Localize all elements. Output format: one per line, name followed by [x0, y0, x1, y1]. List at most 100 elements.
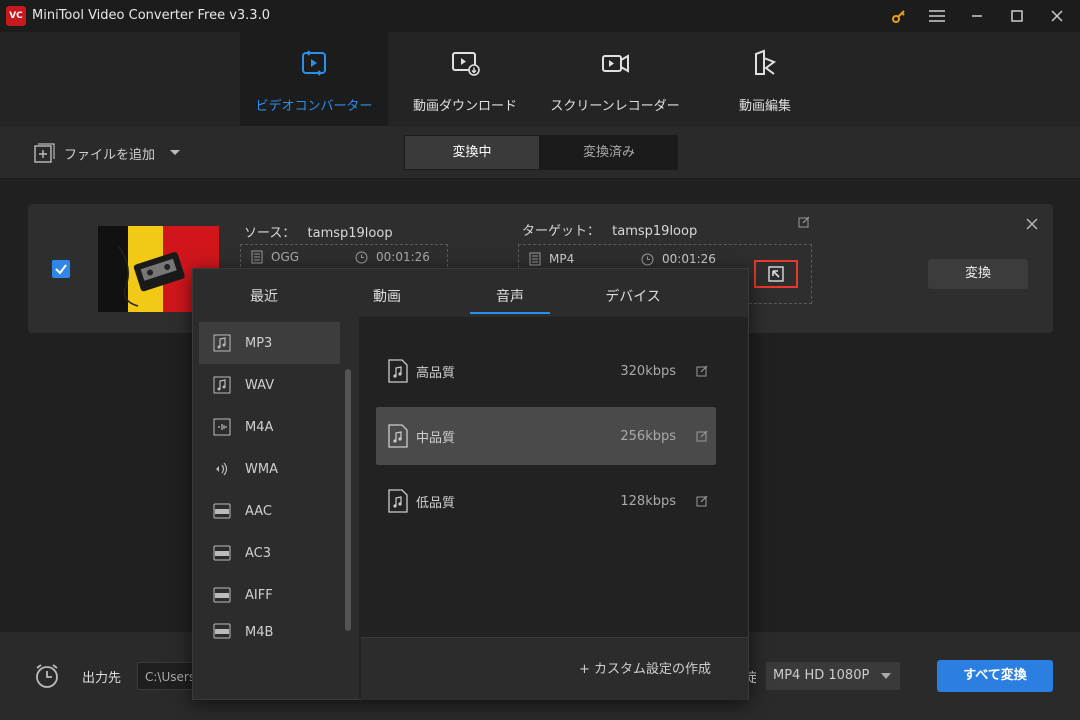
- audio-format-list: MP3 WAV M4A WMA AAC AC3 AIFF M4B: [193, 317, 359, 699]
- quality-name: 低品質: [416, 495, 456, 511]
- quality-item-medium[interactable]: 中品質 256kbps: [376, 407, 716, 465]
- tab-video-download[interactable]: 動画ダウンロード: [391, 32, 539, 126]
- target-duration: 00:01:26: [641, 252, 716, 266]
- chevron-down-icon[interactable]: [169, 149, 181, 157]
- format-item-mp3[interactable]: MP3: [199, 322, 340, 364]
- quality-bitrate: 320kbps: [620, 363, 676, 379]
- source-format-value: OGG: [271, 250, 300, 264]
- maximize-icon[interactable]: [1002, 4, 1032, 28]
- main-nav: ビデオコンバーター 動画ダウンロード スクリーンレコーダー 動画編集: [0, 32, 1080, 126]
- audio-wave-icon: [213, 418, 231, 436]
- convert-all-format-select[interactable]: MP4 HD 1080P: [766, 662, 900, 690]
- target-filename: tamsp19loop: [612, 224, 698, 239]
- close-icon[interactable]: [1042, 4, 1072, 28]
- tab-converted[interactable]: 変換済み: [542, 136, 676, 169]
- quality-bitrate: 128kbps: [620, 493, 676, 509]
- remove-file-icon[interactable]: [1026, 218, 1042, 234]
- app-logo: VC: [6, 6, 26, 26]
- chevron-down-icon: [881, 673, 891, 679]
- video-edit-icon: [750, 48, 780, 78]
- format-label: M4B: [245, 625, 274, 640]
- tab-label: 動画編集: [738, 99, 791, 114]
- clock-icon: [641, 253, 654, 266]
- format-item-wav[interactable]: WAV: [199, 364, 340, 406]
- screen-record-icon: [600, 48, 630, 78]
- format-label: WMA: [245, 461, 278, 477]
- quality-name: 高品質: [416, 365, 456, 381]
- source-filename: tamsp19loop: [307, 226, 393, 241]
- download-video-icon: [450, 48, 480, 78]
- format-list-scrollbar[interactable]: [345, 369, 351, 631]
- format-item-aiff[interactable]: AIFF: [199, 574, 340, 616]
- target-info: ターゲット： tamsp19loop: [522, 220, 697, 239]
- key-icon[interactable]: [884, 4, 914, 28]
- format-label: AAC: [245, 503, 272, 519]
- tab-recent[interactable]: 最近: [224, 269, 304, 317]
- target-duration-value: 00:01:26: [662, 252, 716, 266]
- music-note-icon: [213, 334, 231, 352]
- clock-icon: [355, 251, 368, 264]
- tab-screen-recorder[interactable]: スクリーンレコーダー: [541, 32, 689, 126]
- file-format-icon: [529, 252, 541, 266]
- edit-icon[interactable]: [696, 365, 708, 377]
- target-format-settings-button[interactable]: [754, 260, 798, 288]
- convert-icon: [299, 48, 329, 78]
- format-item-aac[interactable]: AAC: [199, 490, 340, 532]
- quality-list: 高品質 320kbps 中品質 256kbps 低品質 128kbps: [361, 317, 748, 637]
- tab-video[interactable]: 動画: [347, 269, 427, 317]
- source-label: ソース：: [244, 226, 296, 241]
- edit-icon[interactable]: [696, 430, 708, 442]
- source-duration: 00:01:26: [355, 250, 430, 264]
- convert-all-button[interactable]: すべて変換: [937, 660, 1053, 692]
- app-title: MiniTool Video Converter Free v3.3.0: [32, 8, 270, 23]
- convert-button[interactable]: 変換: [928, 259, 1028, 289]
- convert-all-format-value: MP4 HD 1080P: [773, 668, 870, 683]
- tab-video-converter[interactable]: ビデオコンバーター: [240, 32, 388, 126]
- menu-icon[interactable]: [922, 4, 952, 28]
- aac-icon: [213, 502, 231, 520]
- format-item-wma[interactable]: WMA: [199, 448, 340, 490]
- conversion-status-switch: 変換中 変換済み: [404, 135, 678, 170]
- file-checkbox[interactable]: [52, 260, 70, 278]
- target-label: ターゲット：: [522, 224, 601, 239]
- file-format-icon: [251, 250, 263, 264]
- target-format-value: MP4: [549, 252, 575, 266]
- format-category-tabs: 最近 動画 音声 デバイス: [193, 269, 748, 317]
- title-bar: VC MiniTool Video Converter Free v3.3.0: [0, 0, 1080, 32]
- audio-file-icon: [388, 424, 408, 448]
- edit-filename-icon[interactable]: [798, 216, 810, 228]
- format-label: M4A: [245, 419, 274, 435]
- open-format-icon: [768, 266, 784, 282]
- add-file-icon: [34, 143, 56, 163]
- format-item-ac3[interactable]: AC3: [199, 532, 340, 574]
- add-file-button[interactable]: ファイルを追加: [34, 142, 181, 164]
- format-picker-popup: 最近 動画 音声 デバイス MP3 WAV M4A WMA AAC AC3 AI…: [192, 268, 749, 700]
- output-label: 出力先: [82, 671, 122, 686]
- format-item-m4b[interactable]: M4B: [199, 616, 340, 640]
- ac3-icon: [213, 544, 231, 562]
- quality-bitrate: 256kbps: [620, 428, 676, 444]
- source-meta-box: OGG 00:01:26: [240, 244, 448, 267]
- format-label: MP3: [245, 335, 273, 351]
- create-custom-button[interactable]: + カスタム設定の作成: [579, 658, 711, 677]
- tab-audio[interactable]: 音声: [470, 269, 550, 314]
- tab-device[interactable]: デバイス: [593, 269, 673, 317]
- custom-footer: + カスタム設定の作成: [361, 637, 748, 700]
- add-file-label: ファイルを追加: [64, 147, 156, 163]
- source-format: OGG: [251, 250, 299, 264]
- minimize-icon[interactable]: [962, 4, 992, 28]
- tab-converting[interactable]: 変換中: [405, 136, 539, 169]
- toolbar: ファイルを追加 変換中 変換済み: [0, 126, 1080, 179]
- schedule-alarm-icon[interactable]: [34, 663, 60, 689]
- quality-item-high[interactable]: 高品質 320kbps: [376, 342, 716, 400]
- format-label: AC3: [245, 545, 272, 561]
- format-item-m4a[interactable]: M4A: [199, 406, 340, 448]
- edit-icon[interactable]: [696, 495, 708, 507]
- tab-label: スクリーンレコーダー: [550, 99, 680, 114]
- target-format: MP4: [529, 252, 574, 266]
- tab-video-edit[interactable]: 動画編集: [691, 32, 839, 126]
- format-label: AIFF: [245, 587, 273, 603]
- tab-label: ビデオコンバーター: [255, 99, 373, 114]
- quality-item-low[interactable]: 低品質 128kbps: [376, 472, 716, 530]
- audio-file-icon: [388, 359, 408, 383]
